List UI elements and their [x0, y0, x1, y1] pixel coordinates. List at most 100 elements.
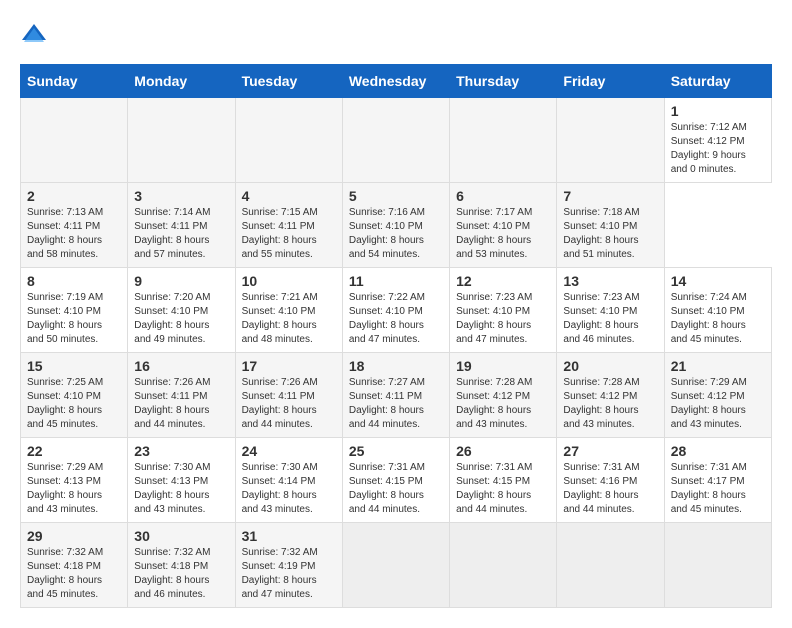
day-number: 16	[134, 358, 228, 374]
day-number: 7	[563, 188, 657, 204]
day-number: 1	[671, 103, 765, 119]
day-number: 25	[349, 443, 443, 459]
calendar-cell: 5Sunrise: 7:16 AMSunset: 4:10 PMDaylight…	[342, 183, 449, 268]
calendar-cell: 25 Sunrise: 7:31 AMSunset: 4:15 PMDayligh…	[342, 438, 449, 523]
calendar-cell	[450, 523, 557, 608]
day-number: 9	[134, 273, 228, 289]
week-row-1: 2 Sunrise: 7:13 AMSunset: 4:11 PMDaylight…	[21, 183, 772, 268]
day-info: Sunrise: 7:14 AMSunset: 4:11 PMDaylight:…	[134, 206, 228, 262]
calendar-cell	[128, 98, 235, 183]
week-row-3: 15Sunrise: 7:25 AMSunset: 4:10 PMDayligh…	[21, 353, 772, 438]
calendar-cell: 2 Sunrise: 7:13 AMSunset: 4:11 PMDaylight…	[21, 183, 128, 268]
week-row-2: 8 Sunrise: 7:19 AMSunset: 4:10 PMDaylight…	[21, 268, 772, 353]
calendar-cell: 24Sunrise: 7:30 AMSunset: 4:14 PMDayligh…	[235, 438, 342, 523]
day-number: 14	[671, 273, 765, 289]
page-header	[20, 20, 772, 48]
week-row-5: 29 Sunrise: 7:32 AMSunset: 4:18 PMDayligh…	[21, 523, 772, 608]
calendar-cell: 14 Sunrise: 7:24 AMSunset: 4:10 PMDayligh…	[664, 268, 771, 353]
calendar-cell: 15Sunrise: 7:25 AMSunset: 4:10 PMDayligh…	[21, 353, 128, 438]
day-number: 19	[456, 358, 550, 374]
calendar-cell: 29Sunrise: 7:32 AMSunset: 4:18 PMDayligh…	[21, 523, 128, 608]
day-info: Sunrise: 7:12 AMSunset: 4:12 PMDaylight:…	[671, 121, 765, 177]
logo	[20, 20, 52, 48]
calendar-cell: 26Sunrise: 7:31 AMSunset: 4:15 PMDayligh…	[450, 438, 557, 523]
day-info: Sunrise: 7:30 AMSunset: 4:13 PMDaylight:…	[134, 461, 228, 517]
calendar-cell: 8 Sunrise: 7:19 AMSunset: 4:10 PMDaylight…	[21, 268, 128, 353]
day-number: 11	[349, 273, 443, 289]
day-number: 26	[456, 443, 550, 459]
calendar-cell: 6 Sunrise: 7:17 AMSunset: 4:10 PMDaylight…	[450, 183, 557, 268]
day-number: 23	[134, 443, 228, 459]
day-number: 28	[671, 443, 765, 459]
calendar-cell: 16Sunrise: 7:26 AMSunset: 4:11 PMDayligh…	[128, 353, 235, 438]
calendar-cell	[21, 98, 128, 183]
day-info: Sunrise: 7:24 AMSunset: 4:10 PMDaylight:…	[671, 291, 765, 347]
calendar-cell: 27 Sunrise: 7:31 AMSunset: 4:16 PMDayligh…	[557, 438, 664, 523]
day-info: Sunrise: 7:27 AMSunset: 4:11 PMDaylight:…	[349, 376, 443, 432]
week-row-0: 1 Sunrise: 7:12 AMSunset: 4:12 PMDaylight…	[21, 98, 772, 183]
calendar-table: SundayMondayTuesdayWednesdayThursdayFrid…	[20, 64, 772, 608]
day-number: 8	[27, 273, 121, 289]
header-row: SundayMondayTuesdayWednesdayThursdayFrid…	[21, 65, 772, 98]
calendar-cell: 30 Sunrise: 7:32 AMSunset: 4:18 PMDayligh…	[128, 523, 235, 608]
day-info: Sunrise: 7:28 AMSunset: 4:12 PMDaylight:…	[563, 376, 657, 432]
day-info: Sunrise: 7:29 AMSunset: 4:13 PMDaylight:…	[27, 461, 121, 517]
day-info: Sunrise: 7:28 AMSunset: 4:12 PMDaylight:…	[456, 376, 550, 432]
day-info: Sunrise: 7:32 AMSunset: 4:18 PMDaylight:…	[134, 546, 228, 602]
day-number: 17	[242, 358, 336, 374]
day-info: Sunrise: 7:31 AMSunset: 4:16 PMDaylight:…	[563, 461, 657, 517]
day-info: Sunrise: 7:17 AMSunset: 4:10 PMDaylight:…	[456, 206, 550, 262]
calendar-cell: 13Sunrise: 7:23 AMSunset: 4:10 PMDayligh…	[557, 268, 664, 353]
calendar-cell: 3 Sunrise: 7:14 AMSunset: 4:11 PMDaylight…	[128, 183, 235, 268]
day-info: Sunrise: 7:15 AMSunset: 4:11 PMDaylight:…	[242, 206, 336, 262]
day-number: 24	[242, 443, 336, 459]
day-number: 22	[27, 443, 121, 459]
calendar-cell: 31 Sunrise: 7:32 AMSunset: 4:19 PMDayligh…	[235, 523, 342, 608]
day-number: 31	[242, 528, 336, 544]
calendar-cell	[342, 98, 449, 183]
calendar-cell	[342, 523, 449, 608]
calendar-cell: 17 Sunrise: 7:26 AMSunset: 4:11 PMDayligh…	[235, 353, 342, 438]
day-info: Sunrise: 7:20 AMSunset: 4:10 PMDaylight:…	[134, 291, 228, 347]
day-info: Sunrise: 7:21 AMSunset: 4:10 PMDaylight:…	[242, 291, 336, 347]
day-number: 21	[671, 358, 765, 374]
day-info: Sunrise: 7:23 AMSunset: 4:10 PMDaylight:…	[563, 291, 657, 347]
calendar-cell	[235, 98, 342, 183]
day-info: Sunrise: 7:26 AMSunset: 4:11 PMDaylight:…	[242, 376, 336, 432]
header-day-wednesday: Wednesday	[342, 65, 449, 98]
calendar-cell: 10Sunrise: 7:21 AMSunset: 4:10 PMDayligh…	[235, 268, 342, 353]
calendar-cell: 23 Sunrise: 7:30 AMSunset: 4:13 PMDayligh…	[128, 438, 235, 523]
day-info: Sunrise: 7:23 AMSunset: 4:10 PMDaylight:…	[456, 291, 550, 347]
calendar-cell: 4 Sunrise: 7:15 AMSunset: 4:11 PMDaylight…	[235, 183, 342, 268]
day-number: 3	[134, 188, 228, 204]
day-info: Sunrise: 7:29 AMSunset: 4:12 PMDaylight:…	[671, 376, 765, 432]
calendar-cell: 12 Sunrise: 7:23 AMSunset: 4:10 PMDayligh…	[450, 268, 557, 353]
day-number: 12	[456, 273, 550, 289]
calendar-cell: 28Sunrise: 7:31 AMSunset: 4:17 PMDayligh…	[664, 438, 771, 523]
calendar-cell	[450, 98, 557, 183]
calendar-cell: 21 Sunrise: 7:29 AMSunset: 4:12 PMDayligh…	[664, 353, 771, 438]
calendar-cell: 7Sunrise: 7:18 AMSunset: 4:10 PMDaylight…	[557, 183, 664, 268]
calendar-cell: 18 Sunrise: 7:27 AMSunset: 4:11 PMDayligh…	[342, 353, 449, 438]
day-info: Sunrise: 7:25 AMSunset: 4:10 PMDaylight:…	[27, 376, 121, 432]
header-day-friday: Friday	[557, 65, 664, 98]
day-number: 18	[349, 358, 443, 374]
logo-icon	[20, 20, 48, 48]
day-number: 6	[456, 188, 550, 204]
day-number: 2	[27, 188, 121, 204]
day-info: Sunrise: 7:13 AMSunset: 4:11 PMDaylight:…	[27, 206, 121, 262]
day-number: 30	[134, 528, 228, 544]
header-day-monday: Monday	[128, 65, 235, 98]
day-number: 27	[563, 443, 657, 459]
day-number: 4	[242, 188, 336, 204]
day-info: Sunrise: 7:32 AMSunset: 4:19 PMDaylight:…	[242, 546, 336, 602]
calendar-cell: 19 Sunrise: 7:28 AMSunset: 4:12 PMDayligh…	[450, 353, 557, 438]
calendar-cell: 1 Sunrise: 7:12 AMSunset: 4:12 PMDaylight…	[664, 98, 771, 183]
day-info: Sunrise: 7:31 AMSunset: 4:15 PMDaylight:…	[349, 461, 443, 517]
day-info: Sunrise: 7:19 AMSunset: 4:10 PMDaylight:…	[27, 291, 121, 347]
calendar-cell	[557, 98, 664, 183]
day-number: 5	[349, 188, 443, 204]
calendar-cell: 22 Sunrise: 7:29 AMSunset: 4:13 PMDayligh…	[21, 438, 128, 523]
calendar-cell: 20Sunrise: 7:28 AMSunset: 4:12 PMDayligh…	[557, 353, 664, 438]
day-number: 29	[27, 528, 121, 544]
